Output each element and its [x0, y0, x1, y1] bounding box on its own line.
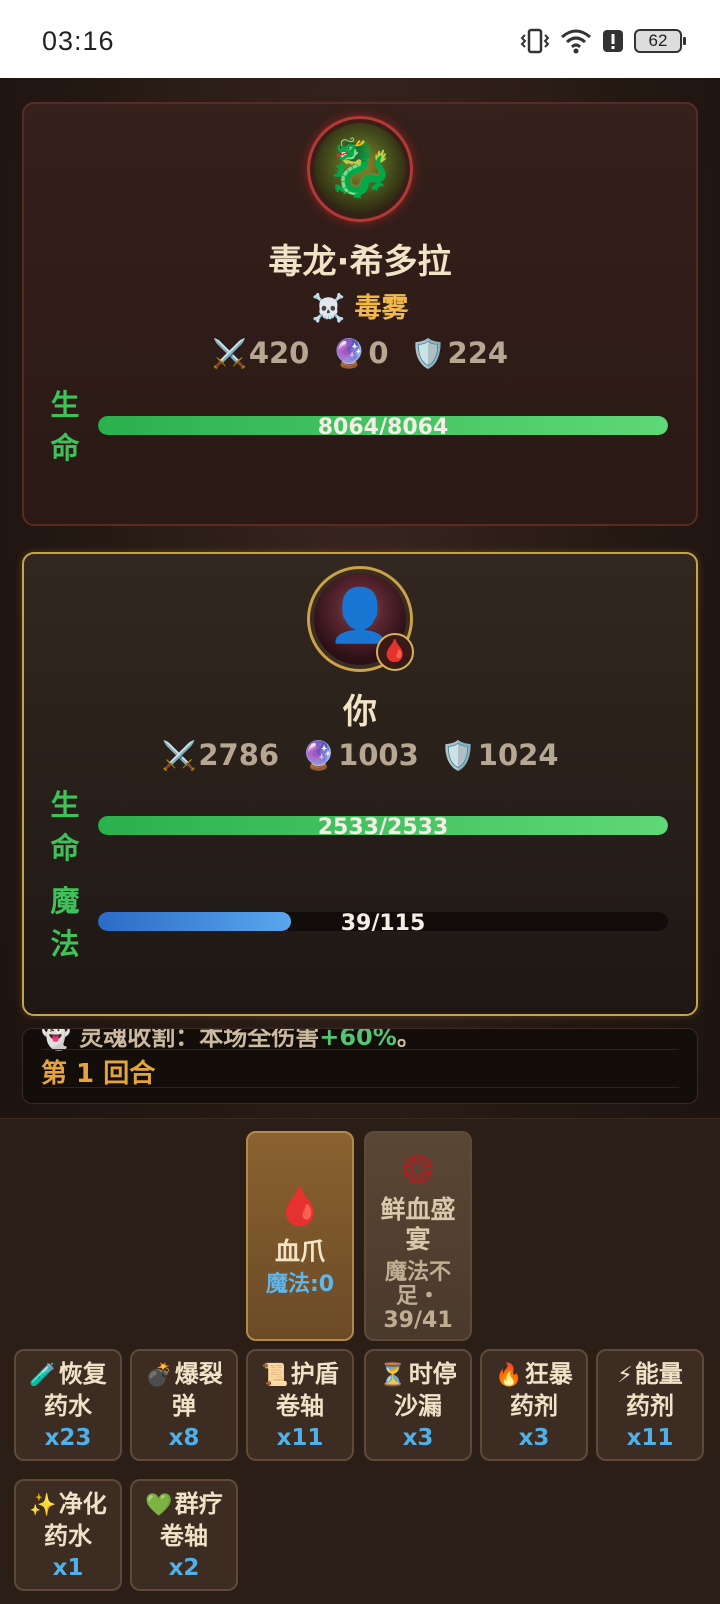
player-hp-bar: 2533/2533: [98, 816, 668, 835]
alert-icon: [603, 30, 623, 52]
enemy-defense: 224: [447, 336, 509, 370]
item-bomb-button[interactable]: 💣爆裂弹 x8: [130, 1349, 238, 1461]
crystal-ball-icon: 🔮: [331, 337, 367, 370]
blood-drop-icon: 🩸: [376, 633, 414, 671]
skill-cost: 魔法不 足・ 39/41: [383, 1260, 453, 1333]
log-divider: [41, 1087, 679, 1088]
lightning-icon: ⚡: [617, 1363, 633, 1388]
enemy-status-effect: ☠️ 毒雾: [311, 293, 409, 324]
battle-log[interactable]: 👻 灵魂收割：本场全伤害+60%。 第 1 回合: [22, 1028, 698, 1104]
player-name: 你: [343, 692, 377, 732]
enemy-magic: 0: [368, 336, 389, 370]
player-portrait[interactable]: 👤 🩸: [307, 566, 414, 672]
vibrate-icon: [520, 28, 550, 54]
player-mp-text: 39/115: [340, 912, 426, 932]
wifi-icon: [561, 29, 591, 54]
item-count: x2: [168, 1555, 200, 1581]
shield-icon: 🛡️: [440, 739, 476, 772]
enemy-attack: 420: [248, 336, 310, 370]
round-indicator: 第 1 回合: [41, 1059, 156, 1089]
item-count: x3: [518, 1425, 550, 1451]
sword-icon: ⚔️: [161, 739, 197, 772]
skill-name: 鲜血盛宴: [380, 1195, 456, 1254]
enemy-hp-text: 8064/8064: [317, 416, 449, 436]
claw-icon: 🩸: [276, 1184, 324, 1228]
battle-screen: 🐉 毒龙·希多拉 ☠️ 毒雾 ⚔️420 🔮0 🛡️224 生命 8064/80…: [0, 78, 720, 1604]
player-defense: 1024: [477, 738, 559, 772]
skill-name: 血爪: [274, 1237, 325, 1266]
skull-icon: ☠️: [311, 293, 346, 324]
action-panel: 🩸 血爪 魔法:0 ❂ 鲜血盛宴 魔法不 足・ 39/41 🧪恢复 药水 x23 💣爆…: [0, 1118, 720, 1604]
item-energy-potion-button[interactable]: ⚡能量 药剂 x11: [596, 1349, 704, 1461]
status-icons: 62: [520, 28, 686, 54]
player-magic: 1003: [338, 738, 419, 772]
enemy-stats: ⚔️420 🔮0 🛡️224: [24, 336, 696, 370]
log-divider: [41, 1049, 679, 1050]
item-shield-scroll-button[interactable]: 📜护盾 卷轴 x11: [246, 1349, 354, 1461]
player-mp-bar: 39/115: [98, 912, 668, 931]
item-recovery-potion-button[interactable]: 🧪恢复 药水 x23: [14, 1349, 122, 1461]
item-count: x8: [168, 1425, 200, 1451]
player-hp-text: 2533/2533: [317, 816, 449, 836]
enemy-name: 毒龙·希多拉: [268, 242, 452, 282]
player-card[interactable]: 👤 🩸 你 ⚔️2786 🔮1003 🛡️1024 生命 2533/2533 魔…: [22, 552, 698, 1016]
blood-feast-icon: ❂: [402, 1148, 434, 1192]
skill-cost: 魔法:0: [265, 1272, 335, 1297]
scroll-icon: 📜: [261, 1363, 289, 1388]
player-mp-label: 魔法: [50, 884, 80, 961]
player-hp-label: 生命: [50, 788, 80, 865]
potion-icon: 🧪: [29, 1363, 57, 1388]
crystal-ball-icon: 🔮: [301, 739, 337, 772]
skill-blood-feast-button[interactable]: ❂ 鲜血盛宴 魔法不 足・ 39/41: [364, 1131, 472, 1341]
enemy-portrait[interactable]: 🐉: [307, 116, 413, 222]
item-count: x3: [402, 1425, 434, 1451]
enemy-card[interactable]: 🐉 毒龙·希多拉 ☠️ 毒雾 ⚔️420 🔮0 🛡️224 生命 8064/80…: [22, 102, 698, 526]
sword-icon: ⚔️: [211, 337, 247, 370]
player-attack: 2786: [198, 738, 280, 772]
shield-icon: 🛡️: [410, 337, 446, 370]
enemy-hp-label: 生命: [50, 388, 80, 465]
battery-indicator: 62: [634, 29, 686, 53]
item-count: x11: [626, 1425, 674, 1451]
fire-icon: 🔥: [495, 1363, 523, 1388]
enemy-hp-bar: 8064/8064: [98, 416, 668, 435]
clock: 03:16: [42, 26, 115, 56]
skill-blood-claw-button[interactable]: 🩸 血爪 魔法:0: [246, 1131, 354, 1341]
item-time-hourglass-button[interactable]: ⏳时停 沙漏 x3: [364, 1349, 472, 1461]
item-berserk-potion-button[interactable]: 🔥狂暴 药剂 x3: [480, 1349, 588, 1461]
bomb-icon: 💣: [145, 1363, 173, 1388]
item-group-heal-scroll-button[interactable]: 💚群疗 卷轴 x2: [130, 1479, 238, 1591]
sparkles-icon: ✨: [29, 1493, 57, 1518]
hourglass-icon: ⏳: [379, 1363, 407, 1388]
item-count: x1: [52, 1555, 84, 1581]
item-purify-potion-button[interactable]: ✨净化 药水 x1: [14, 1479, 122, 1591]
green-heart-icon: 💚: [145, 1493, 173, 1518]
item-count: x23: [44, 1425, 92, 1451]
item-count: x11: [276, 1425, 324, 1451]
dragon-icon: 🐉: [325, 136, 395, 201]
character-icon: 👤: [327, 585, 393, 646]
ghost-icon: 👻: [41, 1028, 71, 1051]
status-bar: 03:16 62: [0, 0, 720, 78]
player-stats: ⚔️2786 🔮1003 🛡️1024: [24, 738, 696, 772]
